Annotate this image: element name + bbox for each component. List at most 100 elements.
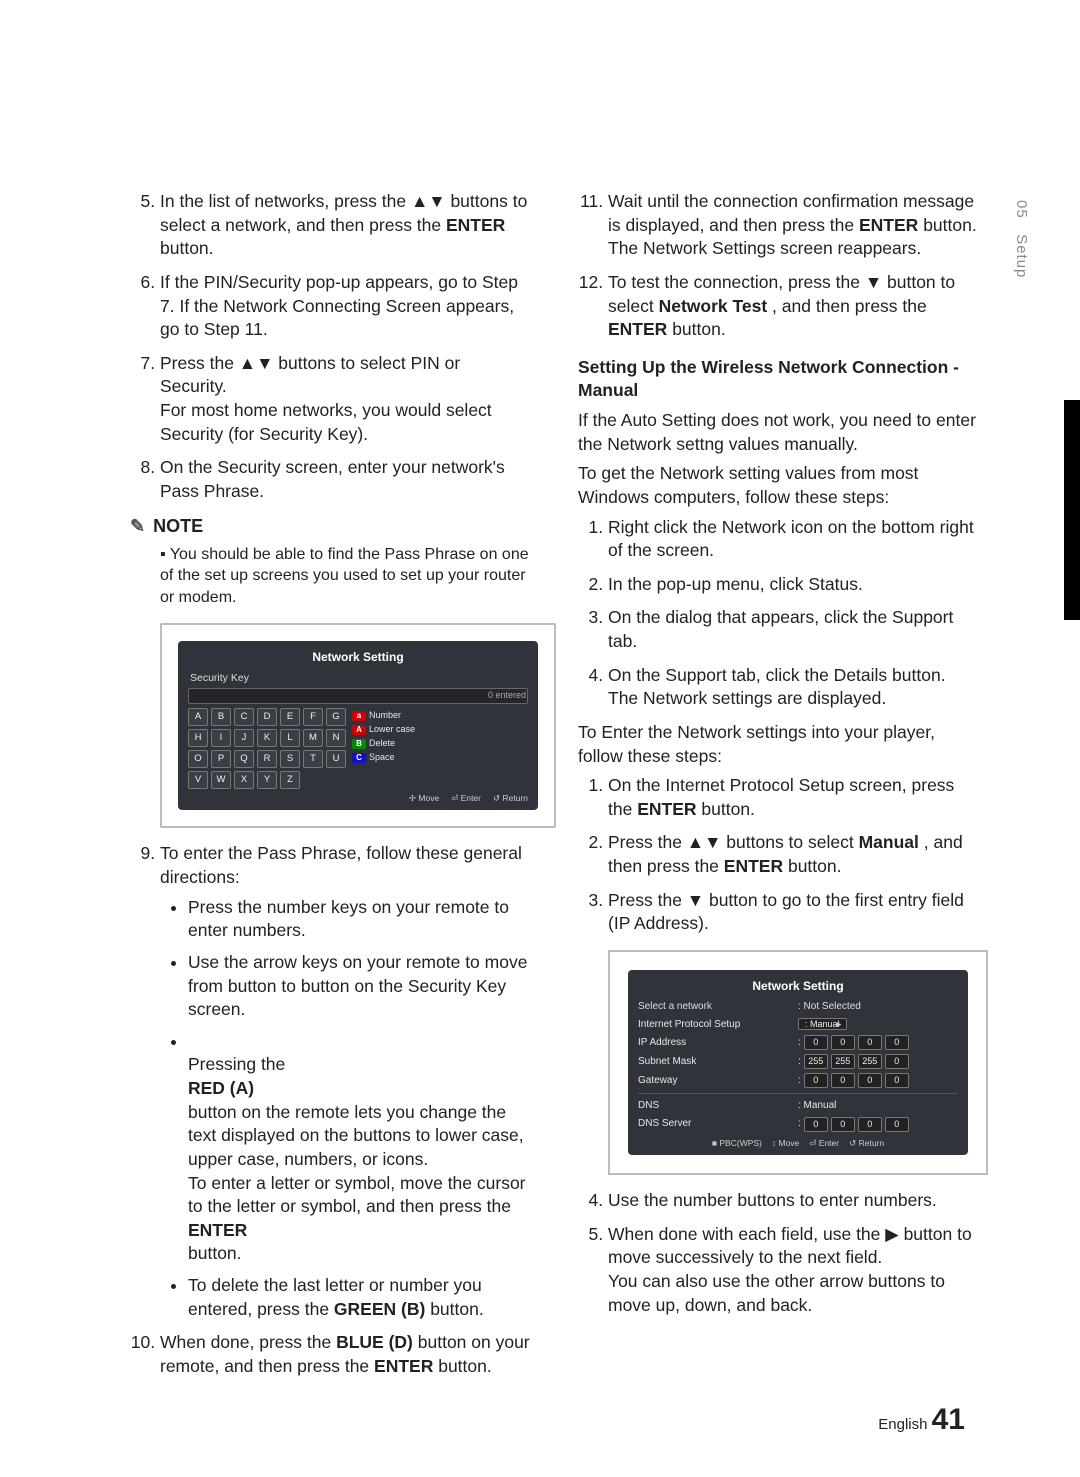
key-button[interactable]: K bbox=[257, 729, 277, 747]
key-button[interactable]: U bbox=[326, 750, 346, 768]
ip-octet[interactable]: 0 bbox=[831, 1073, 855, 1088]
key-button[interactable]: T bbox=[303, 750, 323, 768]
ip-setup-select[interactable]: : Manual bbox=[798, 1018, 847, 1030]
manual-p2: To get the Network setting values from m… bbox=[578, 462, 978, 509]
note-list: You should be able to find the Pass Phra… bbox=[130, 544, 530, 609]
foot-pbc: ■ PBC(WPS) bbox=[712, 1138, 762, 1149]
step-5: In the list of networks, press the ▲▼ bu… bbox=[160, 190, 530, 261]
pstep-2: Press the ▲▼ buttons to select Manual , … bbox=[608, 831, 978, 878]
wstep-4: On the Support tab, click the Details bu… bbox=[608, 664, 978, 711]
osd-subtitle: Security Key bbox=[188, 669, 528, 688]
ip-octet[interactable]: 0 bbox=[858, 1117, 882, 1132]
ip-octet[interactable]: 0 bbox=[858, 1073, 882, 1088]
foot-enter: ⏎ Enter bbox=[451, 793, 481, 804]
row-subnet: Subnet Mask : 255 255 255 0 bbox=[638, 1052, 958, 1071]
pstep-3: Press the ▼ button to go to the first en… bbox=[608, 889, 978, 936]
entered-count: 0 entered bbox=[488, 689, 526, 701]
manual-p3: To Enter the Network settings into your … bbox=[578, 721, 978, 768]
ip-octet[interactable]: 0 bbox=[804, 1035, 828, 1050]
network-setting-figure: Network Setting Select a network : Not S… bbox=[608, 950, 988, 1175]
row-ip-address: IP Address : 0 0 0 0 bbox=[638, 1033, 958, 1052]
foot-enter: ⏎ Enter bbox=[809, 1138, 839, 1149]
key-button[interactable]: Z bbox=[280, 771, 300, 789]
player-steps: On the Internet Protocol Setup screen, p… bbox=[578, 774, 978, 936]
key-legend: aNumber ALower case BDelete CSpace bbox=[352, 708, 528, 789]
key-button[interactable]: I bbox=[211, 729, 231, 747]
ip-octet[interactable]: 0 bbox=[885, 1117, 909, 1132]
key-button[interactable]: X bbox=[234, 771, 254, 789]
key-button[interactable]: H bbox=[188, 729, 208, 747]
foot-return: ↺ Return bbox=[493, 793, 528, 804]
row-ip-setup[interactable]: Internet Protocol Setup : Manual bbox=[638, 1016, 958, 1034]
key-button[interactable]: B bbox=[211, 708, 231, 726]
key-button[interactable]: W bbox=[211, 771, 231, 789]
steps-left: In the list of networks, press the ▲▼ bu… bbox=[130, 190, 530, 504]
key-button[interactable]: A bbox=[188, 708, 208, 726]
key-button[interactable]: F bbox=[303, 708, 323, 726]
bullet-3: Pressing the RED (A) button on the remot… bbox=[188, 1030, 530, 1266]
wstep-3: On the dialog that appears, click the Su… bbox=[608, 606, 978, 653]
ip-octet[interactable]: 0 bbox=[831, 1117, 855, 1132]
chip-space: C bbox=[352, 753, 366, 763]
steps-right: Wait until the connection confirmation m… bbox=[578, 190, 978, 342]
right-column: Wait until the connection confirmation m… bbox=[578, 190, 978, 1389]
page-number: 41 bbox=[932, 1403, 965, 1436]
foot-move: ↕ Move bbox=[772, 1138, 799, 1149]
ip-octet[interactable]: 0 bbox=[885, 1054, 909, 1069]
row-gateway: Gateway : 0 0 0 0 bbox=[638, 1071, 958, 1090]
key-button[interactable]: Q bbox=[234, 750, 254, 768]
key-button[interactable]: E bbox=[280, 708, 300, 726]
foot-return: ↺ Return bbox=[849, 1138, 884, 1149]
key-button[interactable]: J bbox=[234, 729, 254, 747]
ip-octet[interactable]: 0 bbox=[831, 1035, 855, 1050]
step-11: Wait until the connection confirmation m… bbox=[608, 190, 978, 261]
key-button[interactable]: Y bbox=[257, 771, 277, 789]
footer-lang: English bbox=[878, 1416, 927, 1433]
ip-octet[interactable]: 0 bbox=[858, 1035, 882, 1050]
key-button[interactable]: D bbox=[257, 708, 277, 726]
bullet-4: To delete the last letter or number you … bbox=[188, 1274, 530, 1321]
manual-p1: If the Auto Setting does not work, you n… bbox=[578, 409, 978, 456]
step-7: Press the ▲▼ buttons to select PIN or Se… bbox=[160, 352, 530, 447]
step-6: If the PIN/Security pop-up appears, go t… bbox=[160, 271, 530, 342]
ip-octet[interactable]: 255 bbox=[858, 1054, 882, 1069]
chip-lowercase: A bbox=[352, 725, 366, 735]
step-9-bullets: Press the number keys on your remote to … bbox=[170, 896, 530, 1322]
osd-title: Network Setting bbox=[188, 649, 528, 669]
ip-octet[interactable]: 0 bbox=[885, 1073, 909, 1088]
manual-heading: Setting Up the Wireless Network Connecti… bbox=[578, 356, 978, 403]
foot-move: ✢ Move bbox=[409, 793, 439, 804]
ip-octet[interactable]: 0 bbox=[885, 1035, 909, 1050]
note-icon: ✎ bbox=[130, 514, 145, 538]
pstep-4: Use the number buttons to enter numbers. bbox=[608, 1189, 978, 1213]
key-button[interactable]: P bbox=[211, 750, 231, 768]
key-button[interactable]: O bbox=[188, 750, 208, 768]
ip-octet[interactable]: 0 bbox=[804, 1073, 828, 1088]
key-button[interactable]: N bbox=[326, 729, 346, 747]
steps-left-continued: To enter the Pass Phrase, follow these g… bbox=[130, 842, 530, 1378]
chip-delete: B bbox=[352, 739, 366, 749]
section-name: Setup bbox=[1013, 234, 1030, 278]
left-column: In the list of networks, press the ▲▼ bu… bbox=[130, 190, 530, 1389]
note-item: You should be able to find the Pass Phra… bbox=[160, 544, 530, 609]
ip-octet[interactable]: 0 bbox=[804, 1117, 828, 1132]
key-button[interactable]: M bbox=[303, 729, 323, 747]
pstep-5: When done with each field, use the ▶ but… bbox=[608, 1223, 978, 1318]
step-9: To enter the Pass Phrase, follow these g… bbox=[160, 842, 530, 1321]
step-12: To test the connection, press the ▼ butt… bbox=[608, 271, 978, 342]
note-heading: ✎ NOTE bbox=[130, 514, 530, 538]
key-button[interactable]: L bbox=[280, 729, 300, 747]
security-key-figure: Network Setting Security Key 0 entered A… bbox=[160, 623, 556, 829]
passphrase-input[interactable] bbox=[188, 688, 528, 704]
step-10: When done, press the BLUE (D) button on … bbox=[160, 1331, 530, 1378]
wstep-1: Right click the Network icon on the bott… bbox=[608, 516, 978, 563]
key-button[interactable]: S bbox=[280, 750, 300, 768]
key-button[interactable]: R bbox=[257, 750, 277, 768]
key-button[interactable]: G bbox=[326, 708, 346, 726]
ip-octet[interactable]: 255 bbox=[831, 1054, 855, 1069]
key-button[interactable]: C bbox=[234, 708, 254, 726]
key-grid: A B C D E F G H I J K L M bbox=[188, 708, 346, 789]
ip-octet[interactable]: 255 bbox=[804, 1054, 828, 1069]
key-button[interactable]: V bbox=[188, 771, 208, 789]
chapter-number: 05 bbox=[1013, 200, 1030, 219]
